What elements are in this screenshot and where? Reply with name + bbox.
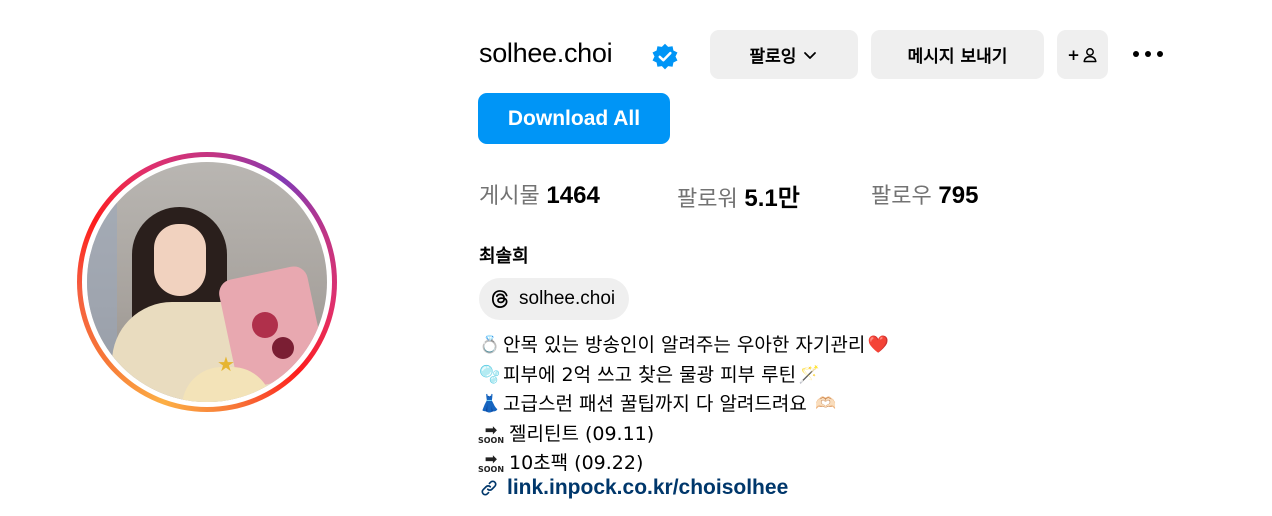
link-icon xyxy=(481,480,497,496)
profile-username: solhee.choi xyxy=(479,38,613,68)
heart-hands-emoji-icon: 🫶🏻 xyxy=(815,394,837,414)
soon-arrow-icon: ➡ SOON xyxy=(477,420,505,445)
soon-label: SOON xyxy=(477,465,505,475)
external-link[interactable]: link.inpock.co.kr/choisolhee xyxy=(479,476,788,500)
bio-line: 🫧 피부에 2억 쓰고 찾은 물광 피부 루틴 🪄 xyxy=(479,361,889,391)
following-link[interactable]: 팔로우 795 xyxy=(871,178,978,210)
posts-count: 게시물 1464 xyxy=(479,178,600,210)
dot-icon xyxy=(1133,51,1139,57)
download-all-button[interactable]: Download All xyxy=(478,93,670,144)
dress-emoji-icon: 👗 xyxy=(479,394,501,414)
threads-handle: solhee.choi xyxy=(519,288,616,309)
bio-text: 피부에 2억 쓰고 찾은 물광 피부 루틴 xyxy=(503,363,797,386)
followers-label: 팔로워 xyxy=(677,187,738,212)
avatar-flower xyxy=(272,337,294,359)
send-message-button[interactable]: 메시지 보내기 xyxy=(871,30,1044,79)
verified-badge-icon xyxy=(652,43,678,70)
chevron-down-icon xyxy=(804,51,817,59)
posts-value: 1464 xyxy=(546,182,600,209)
suggest-users-button[interactable]: + xyxy=(1057,30,1108,79)
bio-line: ➡ SOON 젤리틴트 (09.11) xyxy=(477,420,889,450)
profile-full-name: 최솔희 xyxy=(479,246,529,267)
followers-link[interactable]: 팔로워 5.1만 xyxy=(677,178,800,213)
posts-label: 게시물 xyxy=(479,184,540,209)
bubbles-emoji-icon: 🫧 xyxy=(479,364,501,385)
bio-line: 👗 고급스런 패션 꿀팁까지 다 알려드려요 🫶🏻 xyxy=(479,390,889,420)
bio-line: ➡ SOON 10초팩 (09.22) xyxy=(477,449,889,479)
following-button-label: 팔로잉 xyxy=(749,47,797,67)
bio-line: 💍 안목 있는 방송인이 알려주는 우아한 자기관리 ❤️ xyxy=(479,331,889,361)
following-value: 795 xyxy=(938,182,979,209)
avatar-star: ★ xyxy=(217,352,235,376)
story-ring[interactable]: ★ xyxy=(77,152,337,412)
person-icon xyxy=(1083,47,1097,62)
dot-icon xyxy=(1157,51,1163,57)
magic-wand-emoji-icon: 🪄 xyxy=(798,364,820,385)
link-text[interactable]: link.inpock.co.kr/choisolhee xyxy=(507,476,788,500)
threads-profile-link[interactable]: solhee.choi xyxy=(479,278,630,320)
threads-icon xyxy=(491,290,508,308)
avatar[interactable]: ★ xyxy=(87,162,327,402)
bio-text: 안목 있는 방송인이 알려주는 우아한 자기관리 xyxy=(503,334,866,356)
soon-arrow-icon: ➡ SOON xyxy=(477,450,505,475)
avatar-flower xyxy=(252,312,278,338)
ring-emoji-icon: 💍 xyxy=(479,335,501,355)
add-symbol: + xyxy=(1067,45,1080,64)
following-label: 팔로우 xyxy=(871,184,932,209)
following-button[interactable]: 팔로잉 xyxy=(710,30,858,79)
dot-icon xyxy=(1145,51,1151,57)
more-options-button[interactable] xyxy=(1128,42,1168,66)
bio-text: 젤리틴트 (09.11) xyxy=(509,422,655,445)
heart-emoji-icon: ❤️ xyxy=(867,335,889,355)
followers-value: 5.1만 xyxy=(744,185,800,212)
bio-text: 고급스런 패션 꿀팁까지 다 알려드려요 xyxy=(503,393,807,415)
soon-label: SOON xyxy=(477,435,505,445)
send-message-label: 메시지 보내기 xyxy=(907,47,1008,67)
profile-bio: 💍 안목 있는 방송인이 알려주는 우아한 자기관리 ❤️ 🫧 피부에 2억 쓰… xyxy=(477,331,889,479)
avatar-face xyxy=(154,224,206,296)
bio-text: 10초팩 (09.22) xyxy=(509,452,644,474)
